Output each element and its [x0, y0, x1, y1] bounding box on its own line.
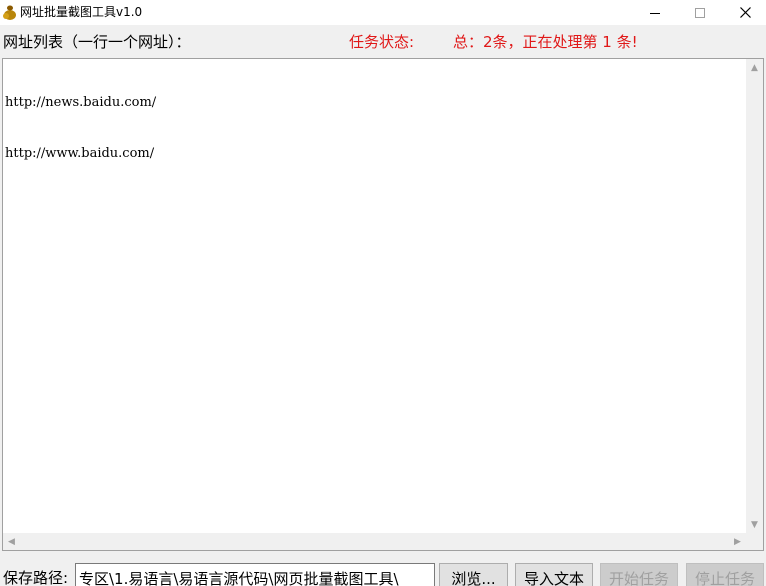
task-status-text: 总：2条，正在处理第 1 条!: [453, 33, 638, 51]
maximize-icon: [695, 7, 705, 18]
url-line: http://news.baidu.com/: [5, 95, 157, 110]
scroll-left-arrow-icon[interactable]: ◀: [3, 533, 20, 550]
money-bag-icon: [3, 5, 16, 20]
task-status-label: 任务状态:: [349, 33, 415, 51]
url-line: http://www.baidu.com/: [5, 146, 155, 161]
save-path-value: 专区\1.易语言\易语言源代码\网页批量截图工具\: [79, 570, 399, 586]
horizontal-scrollbar[interactable]: ◀ ▶: [3, 533, 746, 550]
scroll-right-arrow-icon[interactable]: ▶: [729, 533, 746, 550]
start-task-button[interactable]: 开始任务: [600, 563, 678, 586]
browse-button[interactable]: 浏览...: [439, 563, 508, 586]
import-text-button[interactable]: 导入文本: [515, 563, 593, 586]
save-path-label: 保存路径:: [3, 569, 69, 586]
close-icon: [739, 7, 751, 18]
title-bar: 网址批量截图工具v1.0: [0, 0, 766, 25]
url-list-content[interactable]: http://news.baidu.com/ http://www.baidu.…: [5, 60, 156, 196]
url-list-textarea[interactable]: http://news.baidu.com/ http://www.baidu.…: [2, 58, 764, 551]
save-path-input[interactable]: 专区\1.易语言\易语言源代码\网页批量截图工具\: [75, 563, 435, 586]
url-list-label: 网址列表（一行一个网址）：: [3, 33, 191, 51]
stop-task-button[interactable]: 停止任务: [686, 563, 764, 586]
close-button[interactable]: [722, 0, 766, 25]
scroll-down-arrow-icon[interactable]: ▼: [746, 516, 763, 533]
scroll-up-arrow-icon[interactable]: ▲: [746, 59, 763, 76]
vertical-scrollbar[interactable]: ▲ ▼: [746, 59, 763, 533]
maximize-button[interactable]: [677, 0, 723, 25]
window-title: 网址批量截图工具v1.0: [20, 5, 143, 19]
minimize-icon: [650, 12, 660, 14]
scroll-corner: [746, 533, 763, 550]
minimize-button[interactable]: [632, 0, 678, 25]
